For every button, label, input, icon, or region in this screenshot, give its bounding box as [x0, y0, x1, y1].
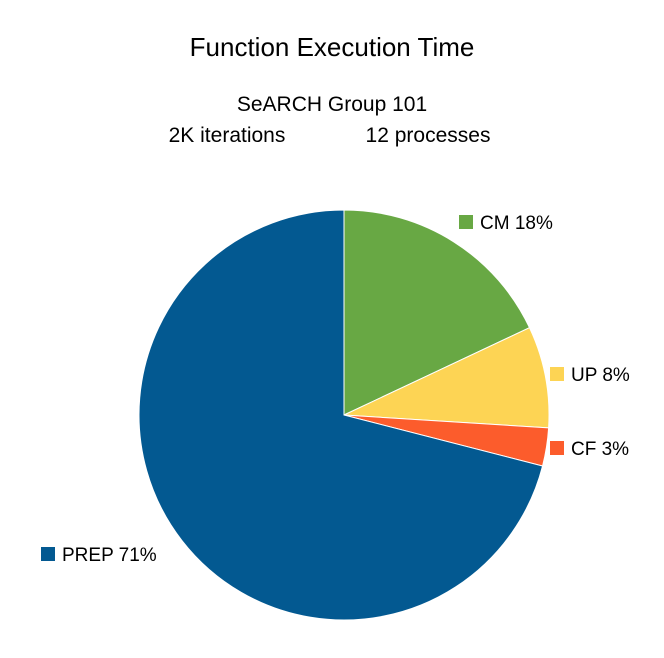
- chart-subtitle-processes: 12 processes: [366, 124, 491, 147]
- label-swatch-cf: [550, 441, 564, 455]
- slice-label-cf: CF 3%: [571, 439, 629, 460]
- chart-subtitle-iterations: 2K iterations: [169, 124, 286, 147]
- label-swatch-prep: [41, 547, 55, 561]
- chart-title: Function Execution Time: [190, 32, 475, 62]
- chart-subtitle-line1: SeARCH Group 101: [237, 93, 427, 116]
- label-swatch-up: [550, 367, 564, 381]
- slice-label-prep: PREP 71%: [62, 545, 157, 566]
- pie-slices: [138, 209, 550, 621]
- slice-label-cm: CM 18%: [480, 213, 553, 234]
- label-swatch-cm: [459, 215, 473, 229]
- slice-label-up: UP 8%: [571, 365, 630, 386]
- pie-chart: Function Execution Time SeARCH Group 101…: [41, 32, 630, 621]
